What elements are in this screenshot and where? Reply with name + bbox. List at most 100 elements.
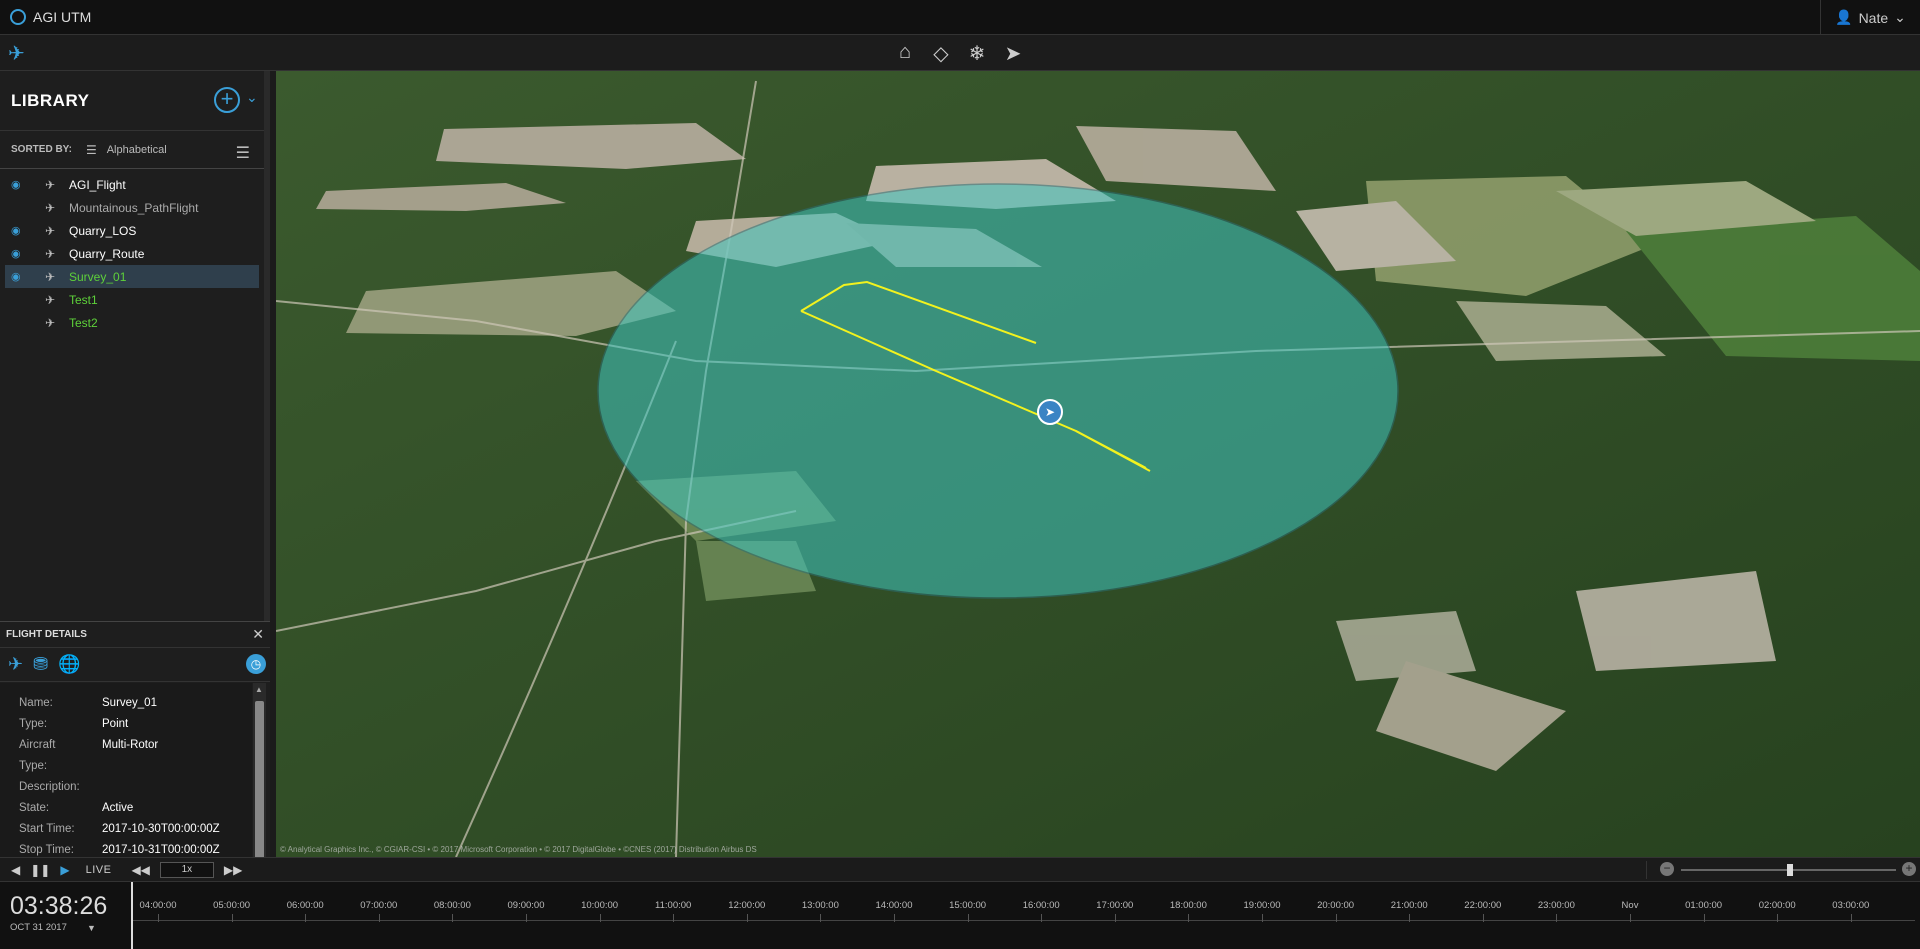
timeline-tick-label: 11:00:00 xyxy=(655,900,692,911)
detail-value: Multi-Rotor xyxy=(102,739,159,751)
agi-logo-icon xyxy=(10,9,26,25)
zoom-slider[interactable] xyxy=(1681,864,1896,876)
zoom-out-icon[interactable]: − xyxy=(1660,862,1674,876)
timeline-tick-label: 15:00:00 xyxy=(949,900,987,911)
timeline-tick-mark xyxy=(1556,914,1558,922)
timeline-tick-mark xyxy=(378,914,380,922)
timeline-zoom: − + xyxy=(1646,861,1916,879)
library-item-label: Quarry_Route xyxy=(69,246,145,261)
eye-icon[interactable]: ◉ xyxy=(11,224,23,237)
timeline-tick-mark xyxy=(1262,914,1263,922)
database-icon[interactable]: ⛃ xyxy=(33,654,48,675)
library-item[interactable]: ✈ Test2 xyxy=(5,311,259,334)
compass-icon[interactable]: ◇ xyxy=(930,41,952,66)
library-item[interactable]: ◉ ✈ Quarry_Route xyxy=(5,242,259,265)
live-button[interactable]: LIVE xyxy=(86,864,112,876)
timeline-tick-mark xyxy=(1114,914,1116,922)
flight-zone-volume[interactable] xyxy=(597,183,1399,599)
timeline-tick-mark xyxy=(1188,914,1190,922)
timeline-tick-label: 23:00:00 xyxy=(1537,900,1575,911)
library-item-label: Mountainous_PathFlight xyxy=(69,200,199,215)
detail-value: 2017-10-30T00:00:00Z xyxy=(102,823,220,835)
detail-row: Name: Survey_01 xyxy=(0,693,252,714)
library-item[interactable]: ✈ Mountainous_PathFlight xyxy=(5,196,259,219)
speed-input[interactable]: 1x xyxy=(159,862,214,878)
timeline-tick-label: 04:00:00 xyxy=(139,900,177,911)
zoom-in-icon[interactable]: + xyxy=(1902,862,1916,876)
sorted-by-label: SORTED BY: xyxy=(11,144,72,155)
current-time-line[interactable] xyxy=(131,882,133,949)
timeline-tick-label: 06:00:00 xyxy=(286,900,324,911)
chevron-down-icon[interactable]: ▼ xyxy=(87,923,96,933)
timeline-tick-mark xyxy=(1041,914,1043,922)
library-item[interactable]: ◉ ✈ AGI_Flight xyxy=(5,173,259,196)
zoom-slider-handle[interactable] xyxy=(1787,864,1793,876)
clock-icon[interactable]: ◷ xyxy=(246,654,266,674)
map-toolbar: ✈ ⌂ ◇ ❄ ➤ xyxy=(0,35,1920,71)
map-viewport[interactable]: ➤ © Analytical Graphics Inc., © CGIAR-CS… xyxy=(276,71,1920,857)
library-item-label: Test1 xyxy=(69,292,98,307)
fast-forward-icon[interactable]: ▶▶ xyxy=(224,863,242,877)
detail-value: Active xyxy=(102,802,134,814)
airplane-icon[interactable]: ✈ xyxy=(8,41,25,66)
pin-icon[interactable]: ❄ xyxy=(966,41,988,66)
sort-list-icon[interactable]: ☰ xyxy=(86,143,97,157)
sort-value[interactable]: Alphabetical xyxy=(107,144,167,156)
detail-key: Aircraft xyxy=(19,739,56,751)
library-item[interactable]: ✈ Test1 xyxy=(5,288,259,311)
timeline-tick-mark xyxy=(1703,914,1705,922)
play-icon[interactable]: ▶ xyxy=(60,863,69,877)
timeline-tick-label: 16:00:00 xyxy=(1022,900,1060,911)
timeline[interactable]: 03:38:26 OCT 31 2017 ▼ 04:00:00 05:00:00 0… xyxy=(0,882,1920,949)
tool-group: ⌂ ◇ ❄ ➤ xyxy=(894,41,1024,66)
library-list: ◉ ✈ AGI_Flight ✈ Mountainous_PathFlight ◉ ✈ Qua… xyxy=(0,169,264,334)
detail-row: Start Time: 2017-10-30T00:00:00Z xyxy=(0,819,252,840)
library-item[interactable]: ◉ ✈ Quarry_LOS xyxy=(5,219,259,242)
timeline-tick-mark xyxy=(1482,914,1484,922)
layers-icon[interactable]: ☰ xyxy=(236,143,250,163)
timeline-tick-label: 07:00:00 xyxy=(360,900,398,911)
timeline-tick-label: 14:00:00 xyxy=(875,900,913,911)
timeline-tick-label: 10:00:00 xyxy=(581,900,619,911)
user-menu[interactable]: 👤 Nate ⌄ xyxy=(1820,0,1920,35)
rewind-icon[interactable]: ◀◀ xyxy=(131,863,149,877)
timeline-tick-label: 08:00:00 xyxy=(433,900,471,911)
playback-bar: ◀ ❚❚ ▶ LIVE ◀◀ 1x ▶▶ − + xyxy=(0,857,1920,882)
globe-icon[interactable]: 🌐 xyxy=(58,654,80,675)
add-icon[interactable]: + xyxy=(214,87,240,113)
detail-row: Aircraft Multi-Rotor xyxy=(0,735,252,756)
timeline-tick-label: 18:00:00 xyxy=(1169,900,1207,911)
airplane-icon[interactable]: ✈ xyxy=(8,654,23,675)
home-icon[interactable]: ⌂ xyxy=(894,41,916,66)
eye-icon[interactable]: ◉ xyxy=(11,178,23,191)
detail-row: Type: Point xyxy=(0,714,252,735)
eye-icon[interactable]: ◉ xyxy=(11,270,23,283)
clock-time: 03:38:26 xyxy=(10,892,108,920)
navigate-icon[interactable]: ➤ xyxy=(1002,41,1024,66)
scroll-up-icon[interactable]: ▲ xyxy=(255,685,263,694)
timeline-tick-mark xyxy=(305,914,307,922)
satellite-imagery xyxy=(276,71,1920,857)
timeline-tick-mark xyxy=(599,914,601,922)
app-header: AGI UTM 👤 Nate ⌄ xyxy=(0,0,1920,35)
airplane-icon: ✈ xyxy=(45,177,56,192)
play-reverse-icon[interactable]: ◀ xyxy=(11,863,20,877)
pause-icon[interactable]: ❚❚ xyxy=(30,863,50,877)
detail-row: Description: xyxy=(0,777,252,798)
timeline-tick-mark xyxy=(1335,914,1337,922)
library-item-label: Survey_01 xyxy=(69,269,127,284)
brand: AGI UTM xyxy=(0,9,91,25)
library-item[interactable]: ◉ ✈ Survey_01 xyxy=(5,265,259,288)
detail-value: Point xyxy=(102,718,129,730)
airplane-icon: ✈ xyxy=(45,200,56,215)
eye-icon[interactable]: ◉ xyxy=(11,247,23,260)
detail-row: State: Active xyxy=(0,798,252,819)
aircraft-marker-icon[interactable]: ➤ xyxy=(1037,399,1063,425)
close-icon[interactable]: ✕ xyxy=(252,626,264,643)
clock-display[interactable]: 03:38:26 OCT 31 2017 ▼ xyxy=(0,882,131,949)
timeline-tick-mark xyxy=(452,914,454,922)
timeline-tick-mark xyxy=(231,914,233,922)
flight-details-title: FLIGHT DETAILS xyxy=(0,622,270,648)
airplane-icon: ✈ xyxy=(45,223,56,238)
chevron-down-icon[interactable]: ⌄ xyxy=(246,89,258,106)
